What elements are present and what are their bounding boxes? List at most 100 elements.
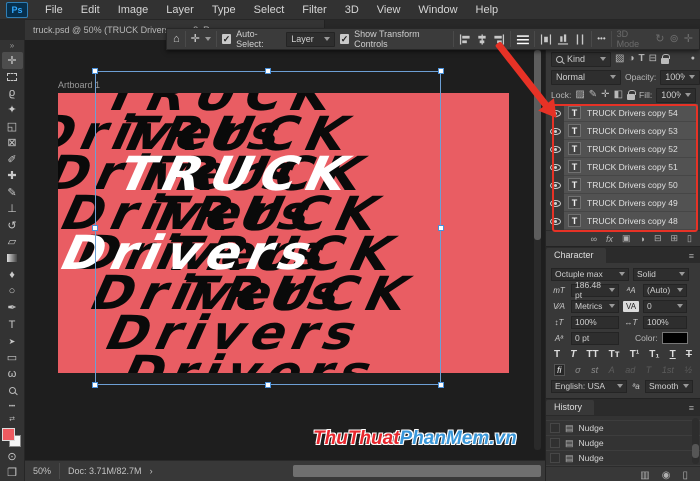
faux-italic-button[interactable]: T — [570, 349, 576, 360]
new-group-icon[interactable]: ⊟ — [654, 233, 662, 244]
swap-colors-icon[interactable]: ⇄ — [9, 415, 15, 425]
visibility-toggle[interactable] — [546, 146, 564, 153]
lock-artboard-icon[interactable]: ◧ — [614, 88, 623, 102]
clone-stamp-tool[interactable]: ⊥ — [2, 201, 23, 218]
filter-toggle-icon[interactable]: ● — [691, 52, 695, 66]
all-caps-button[interactable]: TT — [586, 349, 598, 360]
titling-alternates-button[interactable]: T — [646, 365, 652, 375]
new-document-from-state-icon[interactable]: ▥ — [640, 470, 649, 481]
healing-brush-tool[interactable]: ✚ — [2, 168, 23, 185]
menu-help[interactable]: Help — [467, 0, 508, 20]
baseline-shift-field[interactable]: 0 pt — [571, 332, 619, 345]
transform-handle[interactable] — [92, 225, 98, 231]
more-options-button[interactable]: ••• — [597, 29, 605, 49]
gradient-tool[interactable] — [2, 250, 23, 267]
visibility-toggle[interactable] — [546, 110, 564, 117]
font-style-dropdown[interactable]: Solid — [633, 268, 689, 281]
history-source-checkbox[interactable] — [550, 438, 560, 448]
type-layer-thumbnail[interactable]: T — [568, 106, 581, 119]
distribute-horizontal-centers-icon[interactable] — [516, 33, 530, 46]
contextual-alternates-button[interactable]: σ — [575, 365, 580, 375]
link-layers-icon[interactable]: ∞ — [591, 234, 597, 244]
type-layer-thumbnail[interactable]: T — [568, 178, 581, 191]
discretionary-ligatures-button[interactable]: st — [591, 365, 598, 375]
visibility-toggle[interactable] — [546, 128, 564, 135]
screen-mode-button[interactable]: ❐ — [2, 464, 23, 481]
transform-handle[interactable] — [438, 225, 444, 231]
shape-tool[interactable]: ▭ — [2, 349, 23, 366]
distribute-left-icon[interactable] — [540, 33, 552, 46]
transform-handle[interactable] — [438, 68, 444, 74]
chevron-down-icon[interactable] — [205, 37, 211, 41]
type-layer-thumbnail[interactable]: T — [568, 214, 581, 227]
align-left-edges-icon[interactable] — [459, 33, 471, 46]
menu-type[interactable]: Type — [203, 0, 245, 20]
lasso-tool[interactable]: ϱ — [2, 85, 23, 102]
faux-bold-button[interactable]: T — [554, 349, 560, 360]
visibility-toggle[interactable] — [546, 182, 564, 189]
new-snapshot-icon[interactable]: ◉ — [662, 470, 671, 481]
auto-select-target-dropdown[interactable]: Layer — [286, 32, 335, 47]
subscript-button[interactable]: T₁ — [649, 349, 659, 360]
layer-row[interactable]: TTRUCK Drivers copy 54 — [546, 104, 700, 122]
blend-mode-dropdown[interactable]: Normal — [551, 70, 621, 85]
small-caps-button[interactable]: Tᴛ — [609, 349, 620, 360]
layer-row[interactable]: TTRUCK Drivers copy 53 — [546, 122, 700, 140]
underline-button[interactable]: T — [670, 349, 676, 360]
menu-layer[interactable]: Layer — [157, 0, 203, 20]
menu-3d[interactable]: 3D — [336, 0, 368, 20]
layer-style-icon[interactable]: fx — [606, 234, 613, 244]
delete-layer-icon[interactable]: ▯ — [687, 233, 692, 244]
edit-toolbar-button[interactable]: ••• — [2, 399, 23, 416]
font-family-dropdown[interactable]: Octuple max — [551, 268, 629, 281]
transform-handle[interactable] — [265, 68, 271, 74]
new-layer-icon[interactable]: ⊞ — [671, 233, 679, 244]
strikethrough-button[interactable]: T — [686, 349, 692, 360]
menu-select[interactable]: Select — [245, 0, 294, 20]
layer-row[interactable]: TTRUCK Drivers copy 48 — [546, 212, 700, 230]
type-layer-thumbnail[interactable]: T — [568, 142, 581, 155]
filter-adjustment-icon[interactable]: ◑ — [628, 52, 634, 66]
stylistic-alternates-button[interactable]: ad — [625, 365, 635, 375]
artboard-label[interactable]: Artboard 1 — [58, 80, 100, 90]
show-transform-checkbox[interactable]: ✓ — [340, 34, 349, 44]
type-layer-thumbnail[interactable]: T — [568, 160, 581, 173]
filter-lock-icon[interactable] — [661, 58, 669, 64]
distribute-center-icon[interactable] — [557, 33, 569, 46]
align-right-edges-icon[interactable] — [493, 33, 505, 46]
history-row[interactable]: ▤ Nudge — [546, 451, 700, 466]
3d-roll-icon[interactable]: ⊚ — [670, 29, 679, 49]
layer-row[interactable]: TTRUCK Drivers copy 51 — [546, 158, 700, 176]
layer-mask-icon[interactable]: ▣ — [622, 233, 631, 244]
anti-alias-dropdown[interactable]: Smooth — [645, 380, 693, 393]
visibility-toggle[interactable] — [546, 164, 564, 171]
transform-handle[interactable] — [92, 382, 98, 388]
lock-position-icon[interactable]: ✛ — [601, 88, 609, 102]
distribute-right-icon[interactable] — [574, 33, 586, 46]
lock-image-icon[interactable]: ✎ — [589, 88, 597, 102]
transform-handle[interactable] — [265, 382, 271, 388]
type-tool[interactable]: T — [2, 316, 23, 333]
ligatures-button[interactable]: fi — [554, 364, 565, 376]
tab-character[interactable]: Character — [546, 248, 606, 263]
history-source-checkbox[interactable] — [550, 453, 560, 463]
quick-selection-tool[interactable]: ✦ — [2, 102, 23, 119]
3d-pan-icon[interactable]: ✛ — [684, 29, 693, 49]
layer-filter-kind-dropdown[interactable]: Kind — [551, 52, 611, 67]
selection-bounding-box[interactable] — [95, 71, 441, 385]
type-layer-thumbnail[interactable]: T — [568, 196, 581, 209]
color-swatches[interactable] — [2, 428, 22, 447]
lock-transparent-icon[interactable]: ▨ — [575, 88, 584, 102]
type-layer-thumbnail[interactable]: T — [568, 124, 581, 137]
status-chevron-icon[interactable]: › — [150, 466, 153, 476]
filter-image-icon[interactable]: ▨ — [615, 52, 624, 66]
menu-view[interactable]: View — [368, 0, 410, 20]
marquee-tool[interactable] — [2, 69, 23, 86]
fill-field[interactable]: 100% — [656, 88, 696, 103]
history-row[interactable]: ▤ Nudge — [546, 421, 700, 436]
horizontal-scrollbar-thumb[interactable] — [293, 465, 541, 477]
scrollbar-thumb[interactable] — [692, 444, 699, 458]
superscript-button[interactable]: T¹ — [630, 349, 639, 360]
layer-row[interactable]: TTRUCK Drivers copy 50 — [546, 176, 700, 194]
frame-tool[interactable]: ⊠ — [2, 135, 23, 152]
